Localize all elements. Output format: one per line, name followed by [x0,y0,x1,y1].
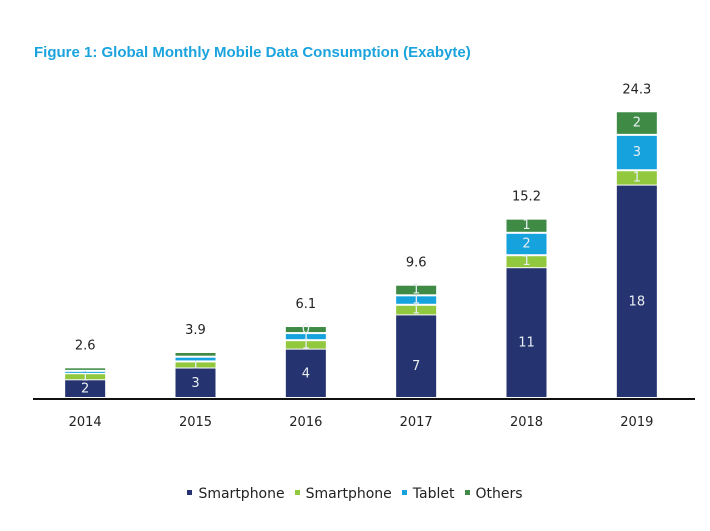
bar-segment-tablet-2-2014 [65,371,106,373]
segment-value-label: 1 [522,218,530,233]
bar-segment-smartphone-0-2018 [506,268,547,397]
legend-item: Smartphone [187,486,285,502]
legend-label: Smartphone [305,486,392,502]
total-value-label: 15.2 [512,190,541,205]
segment-value-label: 1 [522,254,530,269]
legend-label: Tablet [412,486,455,502]
total-value-label: 3.9 [185,323,206,338]
segment-value-label: 3 [191,376,199,391]
bar-segment-smartphone-0-2019 [616,185,657,397]
legend-swatch [294,489,300,495]
total-value-label: 24.3 [622,82,651,97]
stacked-bar-chart: 212.6313.941106.171119.61112115.21813224… [33,82,695,430]
legend-swatch [401,489,407,495]
x-tick-label: 2014 [69,415,102,430]
legend-label: Smartphone [198,486,285,502]
legend-item: Smartphone [294,486,392,502]
x-tick-label: 2018 [510,415,543,430]
x-tick-label: 2016 [289,415,322,430]
segment-value-label: 3 [633,145,641,160]
legend-item: Tablet [401,486,455,502]
segment-value-label: 4 [302,366,310,381]
total-value-label: 9.6 [406,256,427,271]
bar-segment-smartphone-0-2017 [396,315,437,397]
bar-segment-others-3-2014 [65,368,106,370]
segment-value-label: 11 [518,336,535,351]
segment-value-label: 1 [633,170,641,185]
legend-item: Others [464,486,523,502]
x-tick-label: 2015 [179,415,212,430]
legend-label: Others [475,486,523,502]
segment-value-label: 2 [522,237,530,252]
bar-segment-tablet-2-2015 [175,357,216,361]
x-tick-labels: 2014 2015 2016 2017 2018 2019 [69,415,654,430]
bars-group: 212.6313.941106.171119.61112115.21813224… [65,82,657,397]
x-tick-label: 2019 [620,415,653,430]
segment-value-label: 1 [412,283,420,298]
legend: Smartphone Smartphone Tablet Others [0,486,710,502]
segment-value-label: 0 [302,322,310,337]
legend-swatch [187,489,193,495]
bar-segment-others-3-2015 [175,352,216,356]
legend-swatch [464,489,470,495]
total-value-label: 2.6 [75,338,96,353]
total-value-label: 6.1 [295,297,316,312]
segment-value-label: 1 [81,369,89,384]
segment-value-label: 18 [629,294,646,309]
segment-value-label: 2 [633,116,641,131]
segment-value-label: 7 [412,359,420,374]
x-tick-label: 2017 [400,415,433,430]
